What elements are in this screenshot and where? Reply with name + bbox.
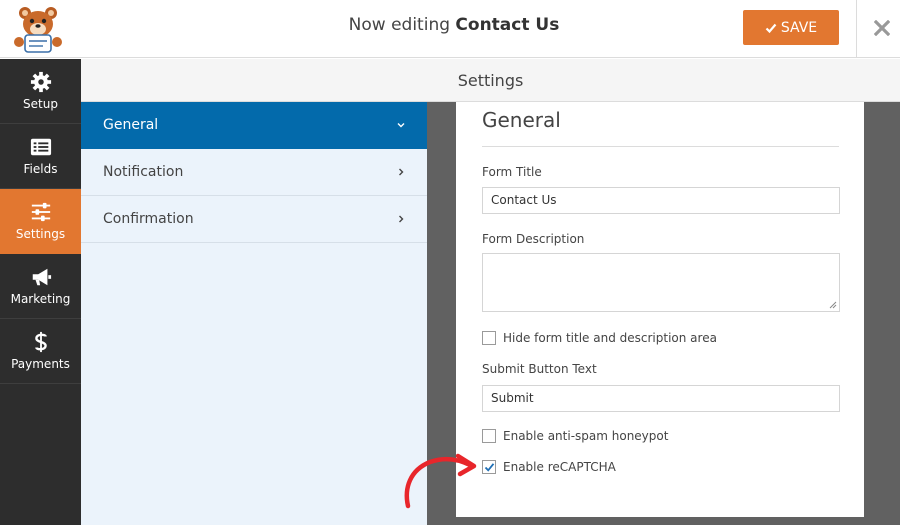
- chevron-right-icon: [399, 215, 404, 223]
- honeypot-row: Enable anti-spam honeypot: [482, 429, 668, 443]
- panel-item-label: Confirmation: [103, 211, 194, 227]
- section-divider: [482, 146, 839, 147]
- list-icon: [30, 138, 51, 156]
- submit-text-input[interactable]: Submit: [482, 385, 840, 412]
- panel-item-general[interactable]: General: [81, 102, 427, 149]
- sidebar-item-marketing[interactable]: Marketing: [0, 254, 81, 319]
- annotation-arrow-icon: [404, 453, 477, 509]
- hide-title-row: Hide form title and description area: [482, 331, 717, 345]
- honeypot-label: Enable anti-spam honeypot: [503, 429, 669, 443]
- sidebar-item-setup[interactable]: Setup: [0, 59, 81, 124]
- save-button[interactable]: SAVE: [743, 10, 839, 45]
- megaphone-icon: [32, 268, 51, 286]
- close-button[interactable]: [868, 14, 896, 42]
- check-icon: [765, 23, 777, 33]
- sidebar-item-label: Fields: [23, 162, 58, 176]
- panel-item-label: Notification: [103, 164, 184, 180]
- checkmark-icon: [484, 463, 495, 472]
- top-bar: Now editing Contact Us SAVE: [0, 0, 900, 58]
- builder-sidebar: Setup Fields Settings Marketing Payments: [0, 59, 81, 525]
- chevron-down-icon: [397, 123, 405, 128]
- recaptcha-checkbox[interactable]: [482, 460, 496, 474]
- save-button-label: SAVE: [780, 19, 818, 36]
- submit-text-label: Submit Button Text: [482, 362, 597, 376]
- hide-title-label: Hide form title and description area: [503, 331, 717, 345]
- dollar-icon: [34, 331, 47, 353]
- sidebar-item-settings[interactable]: Settings: [0, 189, 81, 254]
- sidebar-item-label: Marketing: [10, 292, 71, 306]
- recaptcha-label: Enable reCAPTCHA: [503, 460, 616, 474]
- form-description-label: Form Description: [482, 232, 585, 246]
- form-title-value: Contact Us: [491, 193, 557, 207]
- hide-title-checkbox[interactable]: [482, 331, 496, 345]
- submit-text-value: Submit: [491, 391, 534, 405]
- title-form-name: Contact Us: [455, 15, 560, 35]
- gear-icon: [30, 71, 51, 93]
- honeypot-checkbox[interactable]: [482, 429, 496, 443]
- settings-heading: Settings: [81, 59, 900, 102]
- panel-item-label: General: [103, 117, 159, 133]
- form-title-label: Form Title: [482, 165, 542, 179]
- chevron-right-icon: [399, 168, 404, 176]
- recaptcha-row: Enable reCAPTCHA: [482, 460, 616, 474]
- sidebar-item-label: Settings: [15, 227, 66, 241]
- header-divider: [856, 0, 857, 58]
- resize-grip-icon[interactable]: [829, 301, 837, 309]
- sidebar-item-label: Setup: [23, 97, 58, 111]
- settings-panel-list: General Notification Confirmation: [81, 102, 427, 525]
- sliders-icon: [31, 202, 50, 222]
- close-icon: [874, 20, 890, 36]
- section-title: General: [482, 108, 561, 132]
- panel-item-notification[interactable]: Notification: [81, 149, 427, 196]
- form-title-input[interactable]: Contact Us: [482, 187, 840, 214]
- form-description-textarea[interactable]: [482, 253, 840, 312]
- sidebar-item-payments[interactable]: Payments: [0, 319, 81, 384]
- panel-item-confirmation[interactable]: Confirmation: [81, 196, 427, 243]
- sidebar-item-fields[interactable]: Fields: [0, 124, 81, 189]
- title-prefix: Now editing: [348, 15, 451, 35]
- sidebar-item-label: Payments: [11, 357, 70, 371]
